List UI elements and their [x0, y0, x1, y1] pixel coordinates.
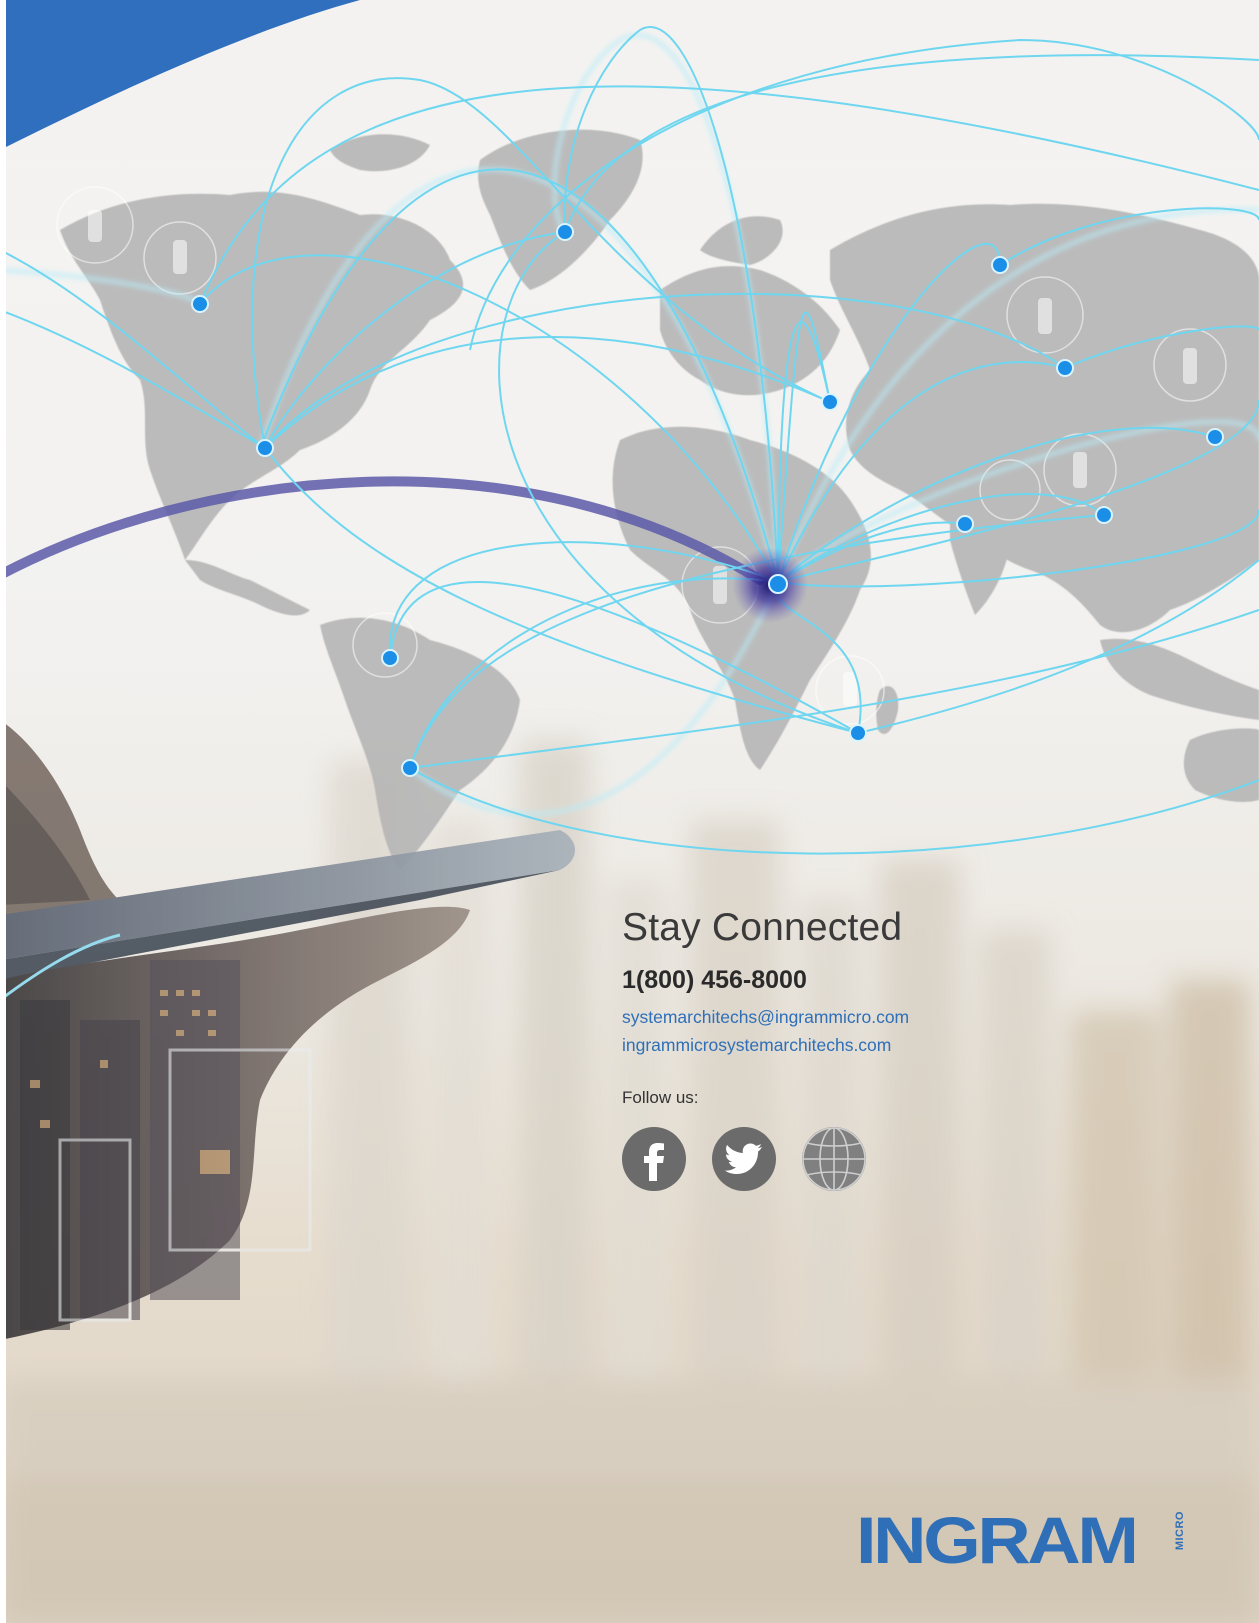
- hand-with-tablet: [0, 720, 575, 1340]
- website-link[interactable]: ingrammicrosystemarchitechs.com: [622, 1031, 1062, 1059]
- facebook-icon: [644, 1143, 664, 1181]
- twitter-icon: [724, 1143, 762, 1174]
- phone-number[interactable]: 1(800) 456-8000: [622, 965, 1062, 995]
- globe-icon: [802, 1127, 866, 1191]
- email-link[interactable]: systemarchitechs@ingrammicro.com: [622, 1003, 1062, 1031]
- logo-wordmark: INGRAM: [856, 1503, 1139, 1577]
- page-left-margin: [0, 0, 6, 1623]
- follow-us-label: Follow us:: [622, 1088, 699, 1107]
- ingram-micro-logo: INGRAM MICRO: [856, 1505, 1186, 1575]
- website-button[interactable]: [802, 1127, 866, 1191]
- twitter-button[interactable]: [712, 1127, 776, 1191]
- world-network-illustration: [0, 0, 1259, 1340]
- logo-micro-text: MICRO: [1174, 1511, 1186, 1551]
- corner-swoosh: [0, 0, 360, 150]
- social-links: [622, 1127, 1062, 1191]
- stay-connected-heading: Stay Connected: [622, 906, 903, 949]
- facebook-button[interactable]: [622, 1127, 686, 1191]
- contact-section: Stay Connected 1(800) 456-8000 systemarc…: [622, 905, 1062, 1191]
